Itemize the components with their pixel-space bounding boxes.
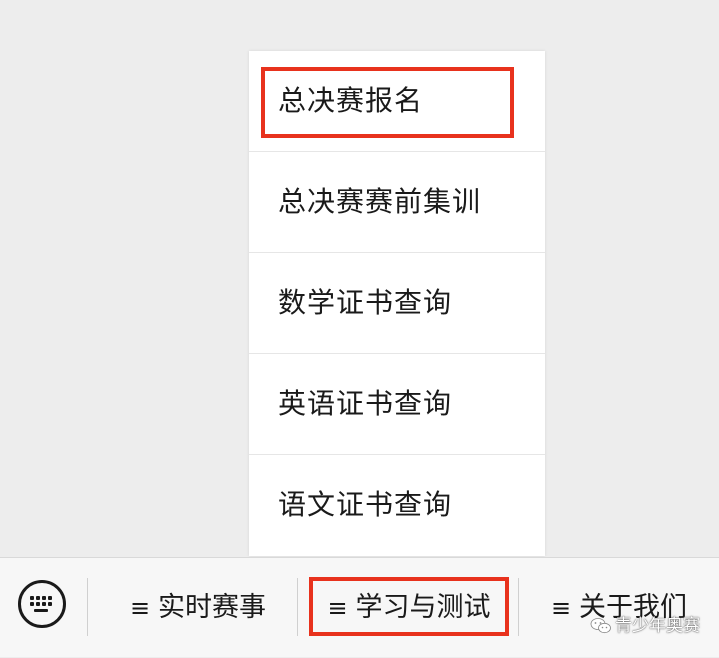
menu-item-final-registration[interactable]: 总决赛报名 xyxy=(249,51,545,152)
keyboard-toggle-button[interactable] xyxy=(18,580,66,628)
keyboard-icon xyxy=(30,596,52,612)
bottom-menu-bar: ≡ 实时赛事 ≡ 学习与测试 ≡ 关于我们 xyxy=(0,557,719,657)
wechat-icon xyxy=(590,618,611,634)
tab-divider xyxy=(297,578,298,636)
menu-item-label: 语文证书查询 xyxy=(278,488,453,521)
tab-about-us[interactable]: ≡ 关于我们 xyxy=(528,558,710,656)
menu-item-label: 总决赛赛前集训 xyxy=(278,185,482,218)
menu-lines-icon: ≡ xyxy=(550,594,572,622)
menu-item-english-certificate[interactable]: 英语证书查询 xyxy=(249,354,545,455)
menu-item-label: 英语证书查询 xyxy=(278,387,453,420)
tab-label: 学习与测试 xyxy=(355,592,491,623)
tab-live-events[interactable]: ≡ 实时赛事 xyxy=(108,558,288,656)
tab-study-and-test[interactable]: ≡ 学习与测试 xyxy=(309,558,509,656)
menu-item-chinese-certificate[interactable]: 语文证书查询 xyxy=(249,455,545,556)
watermark: 青少年奥赛 xyxy=(590,613,700,639)
menu-lines-icon: ≡ xyxy=(327,594,348,622)
menu-item-final-training[interactable]: 总决赛赛前集训 xyxy=(249,152,545,253)
watermark-text: 青少年奥赛 xyxy=(615,616,700,636)
menu-lines-icon: ≡ xyxy=(129,594,151,622)
tab-divider xyxy=(518,578,519,636)
menu-item-label: 总决赛报名 xyxy=(278,84,424,117)
menu-item-label: 数学证书查询 xyxy=(278,286,453,319)
tab-divider xyxy=(87,578,88,636)
tab-label: 实时赛事 xyxy=(158,592,267,623)
popup-menu: 总决赛报名 总决赛赛前集训 数学证书查询 英语证书查询 语文证书查询 xyxy=(249,51,545,556)
menu-item-math-certificate[interactable]: 数学证书查询 xyxy=(249,253,545,354)
